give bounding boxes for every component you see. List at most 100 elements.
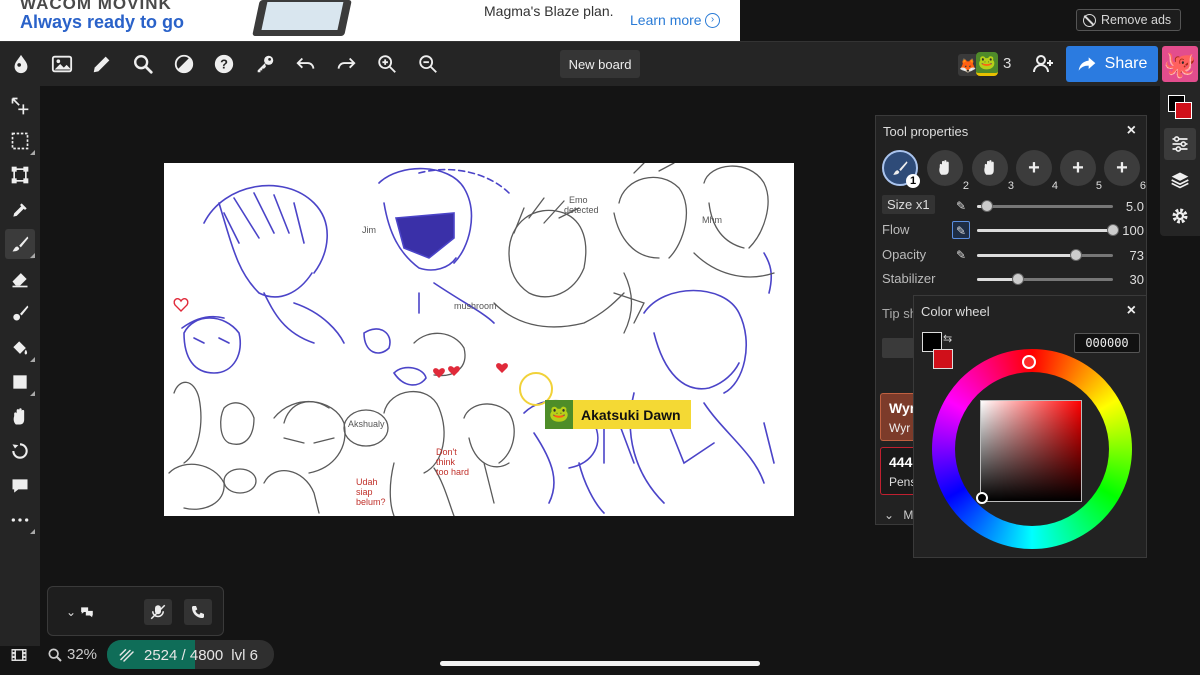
hue-knob[interactable] xyxy=(1022,355,1036,369)
plus-icon: + xyxy=(1116,156,1128,179)
brush-slot-6[interactable]: + 6 xyxy=(1104,150,1146,192)
slider-knob[interactable] xyxy=(1070,249,1083,261)
brush-preset-title: Wyr xyxy=(889,400,916,416)
add-user-icon[interactable] xyxy=(1032,52,1056,76)
collaborator-avatars[interactable]: 🦊 🐸 xyxy=(958,52,998,76)
remove-ads-button[interactable]: Remove ads xyxy=(1076,9,1181,31)
saturation-value-square[interactable] xyxy=(980,400,1082,502)
key-icon[interactable] xyxy=(253,52,277,76)
slider-knob[interactable] xyxy=(1011,273,1024,285)
opacity-value: 73 xyxy=(1129,248,1144,263)
brush-slot-5[interactable]: + 5 xyxy=(1060,150,1102,192)
ad-tagline: Always ready to go xyxy=(20,12,185,32)
chevron-right-icon[interactable]: › xyxy=(705,13,720,28)
brush-slot-4[interactable]: + 4 xyxy=(1016,150,1058,192)
slider-knob[interactable] xyxy=(980,200,993,212)
size-value: 5.0 xyxy=(1125,199,1144,214)
brush-preset-card[interactable]: 444 Pens xyxy=(880,447,916,495)
film-icon[interactable] xyxy=(10,646,28,664)
brush-slot-3[interactable]: 3 xyxy=(972,150,1014,192)
ad-banner[interactable]: WACOM MOVINK Always ready to go Magma's … xyxy=(0,0,740,41)
share-button[interactable]: Share xyxy=(1066,46,1158,82)
voice-settings-button[interactable] xyxy=(144,599,172,625)
flow-slider[interactable] xyxy=(977,224,1119,236)
brush-preset-card[interactable]: Wyr Wyr xyxy=(880,393,916,441)
image-icon[interactable] xyxy=(50,52,74,76)
xp-progress[interactable]: 2524 / 4800 lvl 6 xyxy=(107,640,274,669)
svg-text:Udah: Udah xyxy=(356,477,378,487)
layers-icon[interactable] xyxy=(1164,164,1196,196)
left-toolbar xyxy=(0,86,40,646)
undo-icon[interactable] xyxy=(294,52,318,76)
brush-icon[interactable] xyxy=(5,229,35,259)
brush-slot-1[interactable]: 1 xyxy=(882,150,920,188)
svg-text:Mhm: Mhm xyxy=(702,215,722,225)
search-icon[interactable] xyxy=(131,52,155,76)
svg-text:detected: detected xyxy=(564,205,599,215)
ad-learn-more-link[interactable]: Learn more xyxy=(630,12,702,28)
svg-text:Akshualy: Akshualy xyxy=(348,419,385,429)
eyedropper-icon[interactable] xyxy=(5,195,35,225)
slot-number: 5 xyxy=(1095,180,1102,192)
comment-icon[interactable] xyxy=(5,471,35,501)
rotate-icon[interactable] xyxy=(5,436,35,466)
call-button[interactable] xyxy=(184,599,212,625)
zoom-out-icon[interactable] xyxy=(416,52,440,76)
pressure-icon[interactable]: ✎ xyxy=(952,246,970,264)
brush-icon xyxy=(893,161,908,175)
settings-icon[interactable] xyxy=(1164,200,1196,232)
profile-avatar[interactable]: 🐙 xyxy=(1162,46,1198,82)
home-indicator[interactable] xyxy=(440,661,760,666)
transform-icon[interactable] xyxy=(5,160,35,190)
color-swatch-button[interactable] xyxy=(1166,93,1194,121)
smudge-icon[interactable] xyxy=(5,298,35,328)
close-icon[interactable]: × xyxy=(1127,122,1136,140)
size-label[interactable]: Size x1 xyxy=(882,195,935,214)
help-icon[interactable]: ? xyxy=(212,52,236,76)
size-row: Size x1 ✎ 5.0 xyxy=(882,195,1144,216)
move-icon[interactable] xyxy=(5,91,35,121)
chat-toggle-button[interactable]: ⌄ xyxy=(66,599,94,625)
brush-slot-2[interactable]: 2 xyxy=(927,150,969,192)
stabilizer-row: Stabilizer 30 xyxy=(882,269,1144,289)
slider-knob[interactable] xyxy=(1107,224,1119,236)
pressure-icon[interactable]: ✎ xyxy=(952,197,970,215)
zoom-indicator[interactable]: 32% xyxy=(47,646,97,663)
sliders-icon[interactable] xyxy=(1164,128,1196,160)
color-picker-knob[interactable] xyxy=(976,492,988,504)
close-icon[interactable]: × xyxy=(1127,302,1136,320)
shape-icon[interactable] xyxy=(5,367,35,397)
size-slider[interactable] xyxy=(977,200,1113,212)
more-icon[interactable] xyxy=(5,505,35,535)
pencil-icon[interactable] xyxy=(90,52,114,76)
pressure-icon[interactable]: ✎ xyxy=(952,221,970,239)
selection-icon[interactable] xyxy=(5,126,35,156)
paint-bucket-icon[interactable] xyxy=(5,333,35,363)
drawing-canvas[interactable]: Udah siap belum? Don't think too hard Ak… xyxy=(164,163,794,516)
user-count: 3 xyxy=(1003,55,1012,72)
redo-icon[interactable] xyxy=(334,52,358,76)
swap-colors-icon[interactable]: ⇆ xyxy=(943,332,952,345)
frog-avatar-icon: 🐸 xyxy=(545,400,573,429)
zoom-in-icon[interactable] xyxy=(375,52,399,76)
tip-shape-label: Tip sh xyxy=(882,306,917,321)
stabilizer-slider[interactable] xyxy=(977,273,1113,285)
color-wheel-panel: Color wheel × ⇆ 000000 xyxy=(913,295,1147,558)
level-label: lvl 6 xyxy=(231,646,258,664)
board-name-button[interactable]: New board xyxy=(560,50,640,78)
more-toggle[interactable]: ⌄ M xyxy=(884,508,913,522)
svg-text:too hard: too hard xyxy=(436,467,469,477)
opacity-slider[interactable] xyxy=(977,249,1113,261)
hand-icon[interactable] xyxy=(5,402,35,432)
opacity-row: Opacity ✎ 73 xyxy=(882,245,1144,265)
tip-shape-select[interactable] xyxy=(882,338,914,358)
svg-text:mushroom: mushroom xyxy=(454,301,497,311)
phone-icon xyxy=(192,606,204,618)
mic-off-icon xyxy=(150,604,166,620)
adjust-icon[interactable] xyxy=(172,52,196,76)
magma-logo-icon[interactable] xyxy=(9,52,33,76)
secondary-color-swatch[interactable] xyxy=(933,349,953,369)
eraser-icon[interactable] xyxy=(5,264,35,294)
hex-input[interactable]: 000000 xyxy=(1074,333,1140,353)
more-label: M xyxy=(903,508,914,522)
